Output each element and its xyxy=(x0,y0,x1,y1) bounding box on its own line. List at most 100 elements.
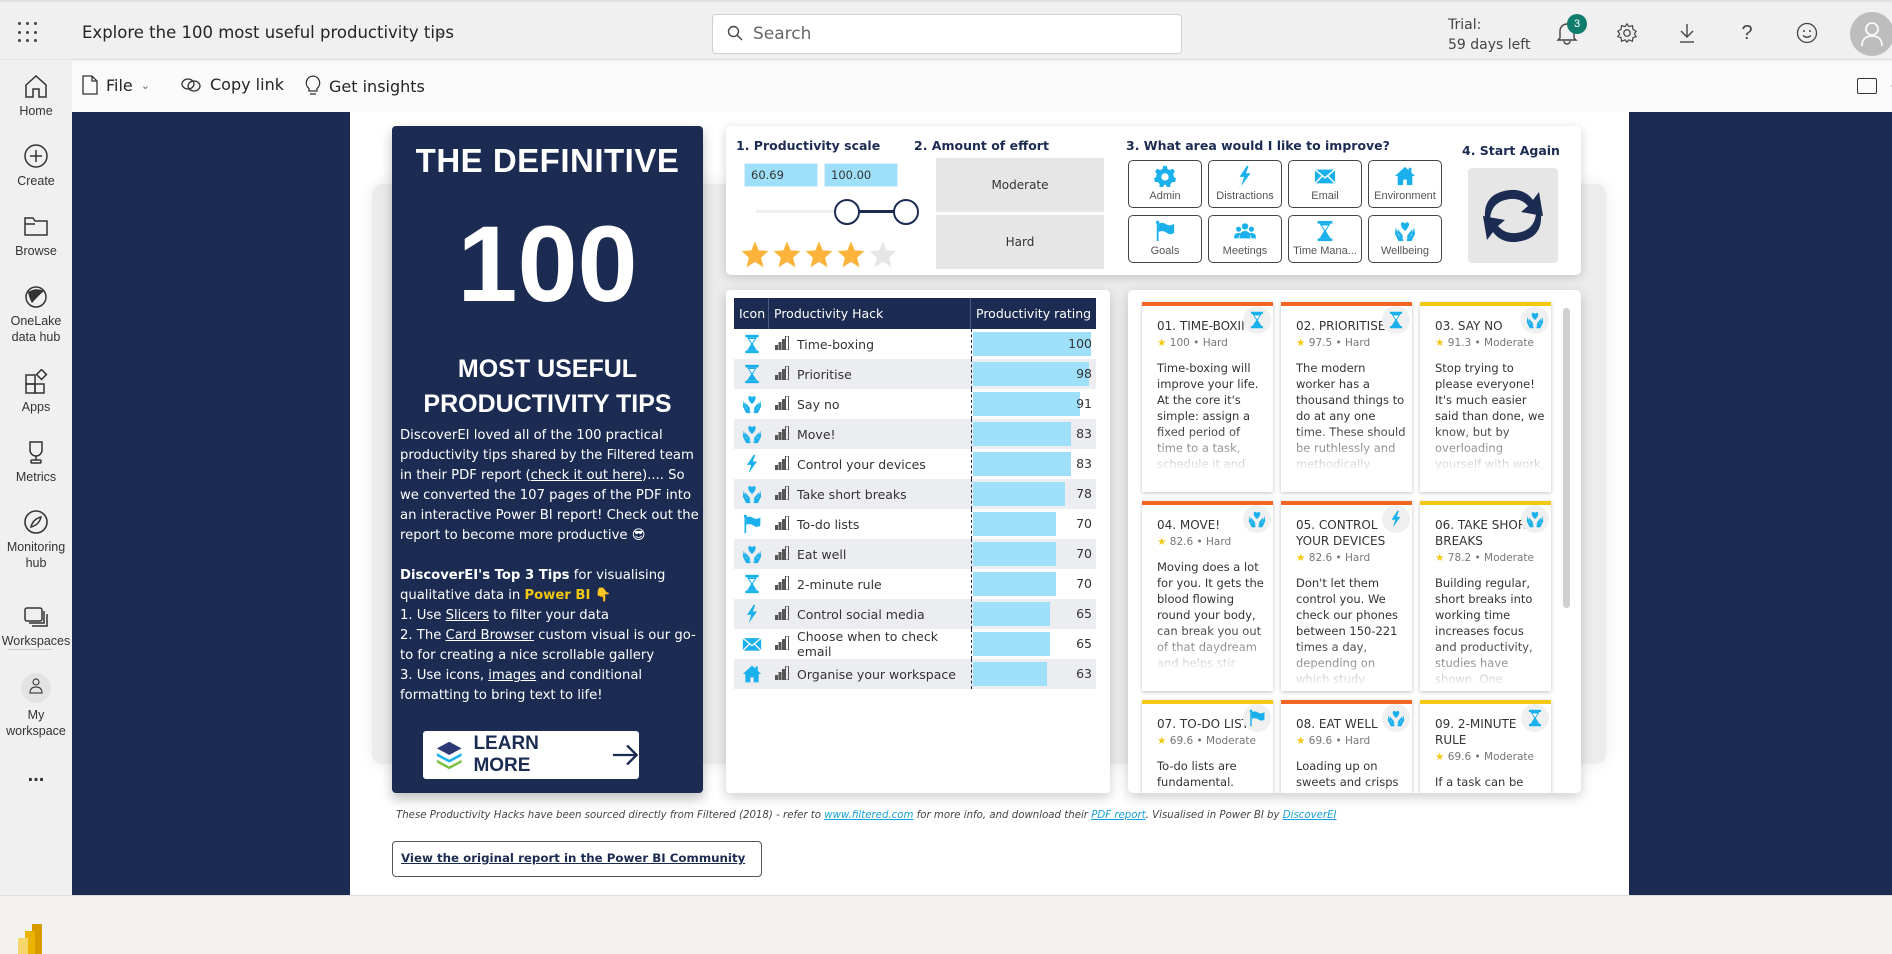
range-max-input[interactable]: 100.00 xyxy=(824,163,898,187)
productivity-card[interactable]: 04. MOVE! ★ 82.6 • Hard Moving does a lot … xyxy=(1142,501,1273,691)
start-again-button[interactable] xyxy=(1468,168,1558,263)
nav-workspaces[interactable]: Workspaces xyxy=(0,605,72,649)
power-bi-brand: Power BI xyxy=(524,588,591,603)
nav-workspaces-label: Workspaces xyxy=(1,634,71,648)
table-row[interactable]: Prioritise 98 xyxy=(734,359,1096,389)
report-title[interactable]: Explore the 100 most useful productivity… xyxy=(82,23,454,42)
table-row[interactable]: Time-boxing 100 xyxy=(734,329,1096,359)
table-row[interactable]: Choose when to check email 65 xyxy=(734,629,1096,659)
search-input[interactable] xyxy=(753,15,1173,53)
nav-onelake[interactable]: OneLake data hub xyxy=(0,283,72,345)
hack-name: Time-boxing xyxy=(797,336,875,352)
card-effort: Moderate xyxy=(1484,337,1534,349)
productivity-card[interactable]: 02. PRIORITISE ★ 97.5 • Hard The modern wo… xyxy=(1281,302,1412,492)
rating-cell: 70 xyxy=(971,539,1096,569)
heart-hands-icon xyxy=(1369,220,1441,242)
filtered-link[interactable]: www.filtered.com xyxy=(824,810,913,821)
table-row[interactable]: Organise your workspace 63 xyxy=(734,659,1096,689)
slider-min-handle[interactable] xyxy=(834,199,861,225)
nav-create[interactable]: Create xyxy=(0,143,72,189)
area-button-admin[interactable]: Admin xyxy=(1128,160,1202,208)
productivity-card[interactable]: 08. EAT WELL ★ 69.6 • Hard Loading up on s… xyxy=(1281,700,1412,793)
table-row[interactable]: Control your devices 83 xyxy=(734,449,1096,479)
area-button-wellbeing[interactable]: Wellbeing xyxy=(1368,215,1442,263)
table-row[interactable]: Control social media 65 xyxy=(734,599,1096,629)
hack-cell: To-do lists xyxy=(769,515,971,533)
nav-browse[interactable]: Browse xyxy=(0,213,72,259)
productivity-card[interactable]: 03. SAY NO ★ 91.3 • Moderate Stop trying t… xyxy=(1420,302,1551,492)
avatar[interactable] xyxy=(1850,12,1892,56)
nav-home-label: Home xyxy=(19,104,53,118)
area-button-label: Goals xyxy=(1150,245,1180,257)
chevron-down-icon[interactable]: ⌄ xyxy=(436,24,446,38)
images-link[interactable]: images xyxy=(488,668,536,683)
pdf-report-link[interactable]: PDF report xyxy=(1091,810,1145,821)
card-browser-link[interactable]: Card Browser xyxy=(446,628,534,643)
table-row[interactable]: Eat well 70 xyxy=(734,539,1096,569)
table-row[interactable]: To-do lists 70 xyxy=(734,509,1096,539)
file-menu[interactable]: File ⌄ xyxy=(82,75,150,95)
star-filled-icon[interactable] xyxy=(772,240,802,273)
card-meta: ★ 78.2 • Moderate xyxy=(1435,551,1545,565)
get-insights-button[interactable]: Get insights xyxy=(305,75,425,97)
nav-my-workspace[interactable]: My workspace xyxy=(0,673,72,739)
heart-hands-icon xyxy=(734,544,769,564)
column-header-icon[interactable]: Icon xyxy=(734,298,769,329)
app-launcher-icon[interactable] xyxy=(18,22,40,44)
area-button-email[interactable]: Email xyxy=(1288,160,1362,208)
card-body: Time-boxing will improve your life. At t… xyxy=(1157,361,1259,471)
view-mode-icon[interactable] xyxy=(1857,78,1877,94)
download-icon[interactable] xyxy=(1674,20,1700,46)
card-meta: ★ 69.6 • Moderate xyxy=(1435,750,1545,764)
area-button-meetings[interactable]: Meetings xyxy=(1208,215,1282,263)
card-scrollbar[interactable] xyxy=(1563,308,1570,608)
lightning-icon xyxy=(1209,165,1281,187)
star-filled-icon[interactable] xyxy=(740,240,770,273)
discoverei-link[interactable]: DiscoverEI xyxy=(1283,810,1337,821)
table-row[interactable]: Move! 83 xyxy=(734,419,1096,449)
gear-icon[interactable] xyxy=(1614,20,1640,46)
column-header-rating[interactable]: Productivity rating xyxy=(971,298,1096,329)
productivity-card[interactable]: 09. 2-MINUTE RULE ★ 69.6 • Moderate If a t… xyxy=(1420,700,1551,793)
nav-metrics[interactable]: Metrics xyxy=(0,439,72,485)
slider-max-handle[interactable] xyxy=(893,199,919,225)
productivity-card[interactable]: 01. TIME-BOXING ★ 100 • Hard Time-boxing w… xyxy=(1142,302,1273,492)
star-filled-icon[interactable] xyxy=(804,240,834,273)
help-icon[interactable]: ? xyxy=(1734,20,1760,46)
productivity-card[interactable]: 07. TO-DO LISTS ★ 69.6 • Moderate To-do li… xyxy=(1142,700,1273,793)
table-row[interactable]: Say no 91 xyxy=(734,389,1096,419)
effort-option-hard[interactable]: Hard xyxy=(936,215,1104,269)
rating-bar xyxy=(973,452,1071,476)
productivity-card[interactable]: 06. TAKE SHORT BREAKS ★ 78.2 • Moderate Bu… xyxy=(1420,501,1551,691)
copy-link-button[interactable]: Copy link xyxy=(180,75,284,94)
table-row[interactable]: Take short breaks 78 xyxy=(734,479,1096,509)
slicers-link[interactable]: Slicers xyxy=(446,608,489,623)
hero-panel: THE DEFINITIVE 100 MOST USEFUL PRODUCTIV… xyxy=(392,126,703,793)
signal-bars-icon xyxy=(775,545,789,563)
hack-name: Prioritise xyxy=(797,366,852,382)
area-button-environment[interactable]: Environment xyxy=(1368,160,1442,208)
check-it-out-link[interactable]: check it out here xyxy=(531,468,642,483)
star-empty-icon[interactable] xyxy=(868,240,898,273)
search-box[interactable] xyxy=(712,14,1182,54)
star-icon: ★ xyxy=(1157,337,1170,349)
column-header-hack[interactable]: Productivity Hack xyxy=(769,298,971,329)
star-filled-icon[interactable] xyxy=(836,240,866,273)
view-original-report-button[interactable]: View the original report in the Power BI… xyxy=(392,841,762,877)
range-min-input[interactable]: 60.69 xyxy=(744,163,818,187)
feedback-smiley-icon[interactable] xyxy=(1794,20,1820,46)
area-button-time-mana[interactable]: Time Mana... xyxy=(1288,215,1362,263)
nav-home[interactable]: Home xyxy=(0,73,72,119)
table-row[interactable]: 2-minute rule 70 xyxy=(734,569,1096,599)
learn-more-button[interactable]: LEARN MORE xyxy=(423,731,639,779)
effort-title: 2. Amount of effort xyxy=(914,138,1049,153)
more-icon[interactable]: ... xyxy=(0,765,72,785)
area-button-distractions[interactable]: Distractions xyxy=(1208,160,1282,208)
rating-bar xyxy=(973,542,1056,566)
effort-option-moderate[interactable]: Moderate xyxy=(936,158,1104,212)
nav-apps[interactable]: Apps xyxy=(0,369,72,415)
nav-monitoring-hub[interactable]: Monitoring hub xyxy=(0,509,72,571)
productivity-card[interactable]: 05. CONTROL YOUR DEVICES ★ 82.6 • Hard Don… xyxy=(1281,501,1412,691)
area-button-goals[interactable]: Goals xyxy=(1128,215,1202,263)
person-icon xyxy=(21,673,51,703)
